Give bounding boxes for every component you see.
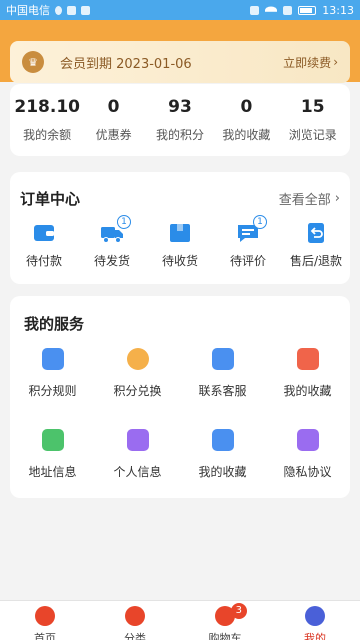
app-notification-icon (81, 5, 90, 15)
order-label: 待评价 (229, 254, 266, 268)
service-my-favorites[interactable]: 我的收藏 (265, 348, 350, 399)
chevron-right-icon: › (333, 55, 338, 69)
vibrate-icon (250, 5, 260, 15)
privacy-lock-icon (296, 429, 319, 451)
stat-history[interactable]: 15 浏览记录 (280, 97, 346, 143)
service-label: 积分兑换 (113, 384, 162, 398)
service-label: 联系客服 (198, 384, 247, 398)
tab-cart[interactable]: 3 购物车 (180, 601, 270, 640)
stat-value: 218.10 (14, 97, 80, 117)
profile-icon (126, 429, 149, 451)
service-label: 我的收藏 (283, 384, 332, 398)
stat-points[interactable]: 93 我的积分 (147, 97, 213, 143)
wifi-icon (265, 5, 278, 14)
status-bar: 中国电信 13:13 (0, 0, 360, 20)
wallet-icon (32, 222, 56, 244)
order-pending-shipment[interactable]: 1 待发货 (81, 215, 143, 269)
stat-label: 我的积分 (155, 128, 204, 142)
tab-home[interactable]: 首页 (0, 601, 90, 640)
stat-balance[interactable]: 218.10 我的余额 (14, 97, 80, 143)
service-points-exchange[interactable]: 积分兑换 (95, 348, 180, 399)
favorite-icon (296, 348, 319, 370)
carrier-name: 中国电信 (6, 4, 50, 17)
order-pending-review[interactable]: 1 待评价 (217, 215, 279, 269)
stat-value: 0 (107, 97, 120, 117)
refund-icon (304, 222, 328, 244)
account-stats-card: 218.10 我的余额 0 优惠券 93 我的积分 0 我的收藏 15 浏览记录 (10, 84, 350, 156)
service-label: 隐私协议 (283, 465, 332, 479)
renew-button[interactable]: 立即续费 › (283, 54, 338, 71)
renew-label: 立即续费 (283, 55, 332, 70)
collection-icon (211, 429, 234, 451)
tab-profile[interactable]: 我的 (270, 601, 360, 640)
clock: 13:13 (322, 3, 354, 17)
customer-service-icon (211, 348, 234, 370)
header-background: ♛ 会员到期 2023-01-06 立即续费 › (0, 20, 360, 83)
view-all-orders-link[interactable]: 查看全部 › (279, 189, 340, 208)
order-label: 待发货 (93, 254, 130, 268)
service-label: 个人信息 (113, 465, 162, 479)
service-privacy[interactable]: 隐私协议 (265, 429, 350, 480)
service-customer-service[interactable]: 联系客服 (180, 348, 265, 399)
tab-label: 首页 (34, 632, 56, 640)
service-label: 地址信息 (28, 465, 77, 479)
tab-label: 分类 (124, 632, 146, 640)
vip-crown-icon: ♛ (22, 51, 44, 73)
service-label: 我的收藏 (198, 465, 247, 479)
category-icon (125, 606, 145, 626)
view-all-label: 查看全部 (278, 193, 331, 208)
vip-expire-text: 会员到期 2023-01-06 (60, 56, 192, 72)
order-center-title: 订单中心 (20, 190, 81, 208)
stat-label: 我的余额 (23, 128, 72, 142)
order-refund[interactable]: 售后/退款 (285, 222, 347, 269)
stat-value: 0 (240, 97, 253, 117)
home-icon (35, 606, 55, 626)
profile-tab-icon (305, 606, 325, 626)
stat-value: 93 (168, 97, 192, 117)
service-my-collection[interactable]: 我的收藏 (180, 429, 265, 480)
package-icon (168, 222, 192, 244)
stat-value: 15 (300, 97, 325, 117)
order-label: 售后/退款 (289, 254, 343, 268)
signal-icon (283, 5, 293, 15)
order-pending-payment[interactable]: 待付款 (13, 222, 75, 269)
address-icon (41, 429, 64, 451)
order-label: 待收货 (161, 254, 198, 268)
order-pending-receipt[interactable]: 待收货 (149, 222, 211, 269)
shipment-count-badge: 1 (117, 215, 131, 229)
order-label: 待付款 (25, 254, 62, 268)
points-exchange-icon (126, 348, 149, 370)
notification-icon (67, 5, 76, 15)
service-address[interactable]: 地址信息 (10, 429, 95, 480)
services-title: 我的服务 (24, 315, 85, 333)
order-center-card: 订单中心 查看全部 › 待付款 1 待发货 待收货 1 待评价 售后/退款 (10, 172, 350, 284)
points-rules-icon (41, 348, 64, 370)
service-label: 积分规则 (28, 384, 77, 398)
tab-label: 我的 (304, 632, 326, 640)
vip-banner: ♛ 会员到期 2023-01-06 立即续费 › (10, 41, 350, 83)
review-count-badge: 1 (253, 215, 267, 229)
stat-label: 优惠券 (95, 128, 132, 142)
chevron-right-icon: › (334, 191, 340, 206)
my-services-card: 我的服务 积分规则 积分兑换 联系客服 我的收藏 地址信息 个人信息 我的收藏 (10, 296, 350, 498)
service-points-rules[interactable]: 积分规则 (10, 348, 95, 399)
stat-coupons[interactable]: 0 优惠券 (81, 97, 147, 143)
battery-icon (298, 5, 317, 15)
location-icon (55, 5, 62, 15)
stat-favorites[interactable]: 0 我的收藏 (213, 97, 279, 143)
tab-category[interactable]: 分类 (90, 601, 180, 640)
tab-label: 购物车 (208, 632, 242, 640)
service-profile[interactable]: 个人信息 (95, 429, 180, 480)
stat-label: 浏览记录 (288, 128, 337, 142)
cart-count-badge: 3 (230, 603, 247, 619)
stat-label: 我的收藏 (222, 128, 271, 142)
bottom-tab-bar: 首页 分类 3 购物车 我的 (0, 600, 360, 640)
